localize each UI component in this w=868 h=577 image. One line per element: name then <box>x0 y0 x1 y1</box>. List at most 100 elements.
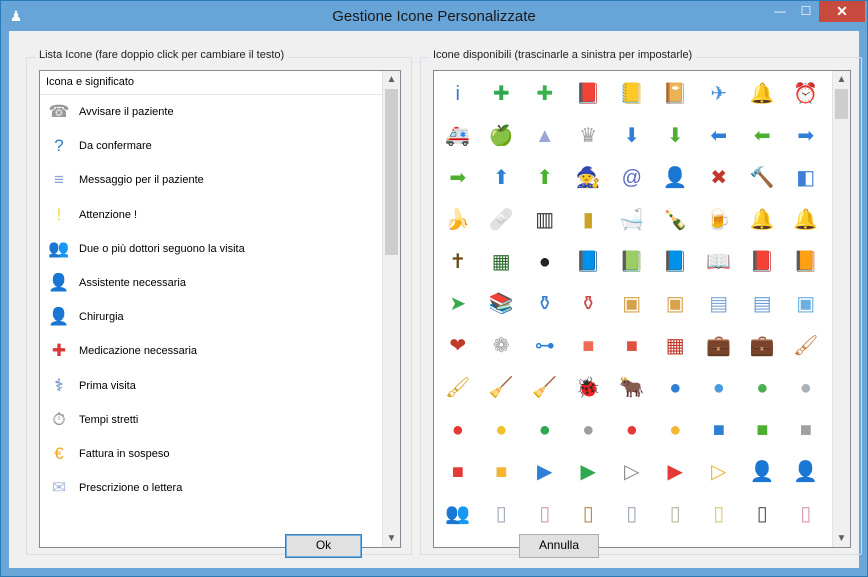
icon-cell[interactable]: ▯ <box>697 493 741 535</box>
icon-cell[interactable]: ⬆ <box>523 157 567 199</box>
icon-cell[interactable]: ⊶ <box>523 325 567 367</box>
icons-scrollbar[interactable]: ▲ ▼ <box>832 71 850 547</box>
icon-cell[interactable]: 📕 <box>741 241 785 283</box>
maximize-button[interactable]: ☐ <box>793 1 819 22</box>
list-item[interactable]: ✚ Medicazione necessaria <box>40 334 400 368</box>
icon-cell[interactable]: ⬅ <box>697 115 741 157</box>
icon-cell[interactable]: ❤ <box>436 325 480 367</box>
icon-cell[interactable]: ▯ <box>741 493 785 535</box>
icon-cell[interactable]: 🔔 <box>784 199 828 241</box>
list-item[interactable]: ≡ Messaggio per il paziente <box>40 163 400 197</box>
icon-cell[interactable]: 📖 <box>697 241 741 283</box>
scroll-down-icon[interactable]: ▼ <box>383 530 400 547</box>
title-bar[interactable]: ♟ Gestione Icone Personalizzate — ☐ ✕ <box>1 1 867 31</box>
list-item[interactable]: ⚕ Prima visita <box>40 369 400 403</box>
list-item[interactable]: 👥 Due o più dottori seguono la visita <box>40 232 400 266</box>
icon-cell[interactable]: 🔔 <box>741 199 785 241</box>
icon-cell[interactable]: ● <box>610 409 654 451</box>
minimize-button[interactable]: — <box>767 1 793 22</box>
list-item[interactable]: 👤 Chirurgia <box>40 300 400 334</box>
icon-cell[interactable]: 🍌 <box>436 199 480 241</box>
icon-cell[interactable]: 👤 <box>784 451 828 493</box>
icon-cell[interactable]: 📔 <box>654 73 698 115</box>
icon-cell[interactable]: ▯ <box>610 493 654 535</box>
icon-cell[interactable]: ▶ <box>567 451 611 493</box>
icon-cell[interactable]: ▣ <box>784 283 828 325</box>
icon-cell[interactable]: ⚱ <box>567 283 611 325</box>
icon-cell[interactable]: 📙 <box>784 241 828 283</box>
icon-cell[interactable]: 💼 <box>741 325 785 367</box>
icon-cell[interactable]: 💼 <box>697 325 741 367</box>
icon-cell[interactable]: ▷ <box>610 451 654 493</box>
scroll-thumb[interactable] <box>835 89 848 119</box>
icon-cell[interactable]: ❁ <box>480 325 524 367</box>
icon-cell[interactable]: ● <box>654 367 698 409</box>
icon-cell[interactable]: ▯ <box>523 493 567 535</box>
icon-cell[interactable]: 📚 <box>480 283 524 325</box>
list-scrollbar[interactable]: ▲ ▼ <box>382 71 400 547</box>
icon-cell[interactable]: 🖌 <box>436 367 480 409</box>
icon-cell[interactable]: ⚱ <box>523 283 567 325</box>
icon-cell[interactable]: ♛ <box>567 115 611 157</box>
icon-cell[interactable]: ⬆ <box>480 157 524 199</box>
list-item[interactable]: 👤 Assistente necessaria <box>40 266 400 300</box>
cancel-button[interactable]: Annulla <box>519 534 599 558</box>
icon-cell[interactable]: ➤ <box>436 283 480 325</box>
icon-cell[interactable]: ● <box>480 409 524 451</box>
icon-cell[interactable]: 🐞 <box>567 367 611 409</box>
icon-cell[interactable]: ✖ <box>697 157 741 199</box>
available-icons-panel[interactable]: i ✚ ✚ 📕 📒 📔 ✈ 🔔 ⏰ 🚑 🍏 ▲ ♛ ⬇ ⬇ ⬅ ⬅ ➡ ➡ ⬆ ⬆ 🧙 @ 👤 ✖ 🔨 ◧ 🍌 🩹 ▥ ▮ 🛁 🍾 🍺 🔔 🔔 ✝ ▦ ● 📘… <box>433 70 851 548</box>
icon-cell[interactable]: 🔔 <box>741 73 785 115</box>
icon-cell[interactable]: ▶ <box>654 451 698 493</box>
icon-cell[interactable]: @ <box>610 157 654 199</box>
icon-cell[interactable]: 🍾 <box>654 199 698 241</box>
icon-cell[interactable]: 🧹 <box>523 367 567 409</box>
icon-cell[interactable]: 🧙 <box>567 157 611 199</box>
scroll-thumb[interactable] <box>385 89 398 255</box>
icon-cell[interactable]: ▯ <box>654 493 698 535</box>
scroll-up-icon[interactable]: ▲ <box>833 71 850 88</box>
icon-cell[interactable]: ✈ <box>697 73 741 115</box>
list-item[interactable]: ? Da confermare <box>40 129 400 163</box>
icon-cell[interactable]: ▤ <box>741 283 785 325</box>
list-item[interactable]: ⏱ Tempi stretti <box>40 403 400 437</box>
icon-cell[interactable]: 👤 <box>741 451 785 493</box>
icon-cell[interactable]: ■ <box>741 409 785 451</box>
icon-cell[interactable]: ▦ <box>654 325 698 367</box>
scroll-down-icon[interactable]: ▼ <box>833 530 850 547</box>
icon-cell[interactable]: ▯ <box>567 493 611 535</box>
icon-cell[interactable]: ▣ <box>654 283 698 325</box>
icon-cell[interactable]: ✚ <box>523 73 567 115</box>
list-item[interactable]: ✉ Prescrizione o lettera <box>40 471 400 505</box>
list-item[interactable]: € Fattura in sospeso <box>40 437 400 471</box>
icon-cell[interactable]: ⏰ <box>784 73 828 115</box>
icon-cell[interactable]: ● <box>567 409 611 451</box>
icon-cell[interactable]: 🚑 <box>436 115 480 157</box>
list-item[interactable]: ☎ Avvisare il paziente <box>40 95 400 129</box>
icon-cell[interactable]: 👤 <box>654 157 698 199</box>
icon-cell[interactable]: ➡ <box>784 115 828 157</box>
icon-cell[interactable]: 🛁 <box>610 199 654 241</box>
icon-cell[interactable]: ▣ <box>610 283 654 325</box>
icon-cell[interactable]: ▯ <box>480 493 524 535</box>
icon-cell[interactable]: ● <box>784 367 828 409</box>
icon-cell[interactable]: ▤ <box>697 283 741 325</box>
icon-cell[interactable]: ● <box>436 409 480 451</box>
icon-cell[interactable]: ■ <box>480 451 524 493</box>
icon-cell[interactable]: 📕 <box>567 73 611 115</box>
icon-cell[interactable]: ✝ <box>436 241 480 283</box>
icon-cell[interactable]: ⬅ <box>741 115 785 157</box>
icon-cell[interactable]: ● <box>741 367 785 409</box>
icon-cell[interactable]: ▦ <box>480 241 524 283</box>
list-item[interactable]: ! Attenzione ! <box>40 198 400 232</box>
icon-cell[interactable]: ▥ <box>523 199 567 241</box>
icon-cell[interactable]: 🩹 <box>480 199 524 241</box>
icon-cell[interactable]: ⬇ <box>610 115 654 157</box>
icon-cell[interactable]: ✚ <box>480 73 524 115</box>
icon-cell[interactable]: 📘 <box>654 241 698 283</box>
icon-cell[interactable]: ▮ <box>567 199 611 241</box>
icon-cell[interactable]: ■ <box>610 325 654 367</box>
icon-cell[interactable]: 📘 <box>567 241 611 283</box>
icon-cell[interactable]: ◧ <box>784 157 828 199</box>
icon-cell[interactable]: ➡ <box>436 157 480 199</box>
